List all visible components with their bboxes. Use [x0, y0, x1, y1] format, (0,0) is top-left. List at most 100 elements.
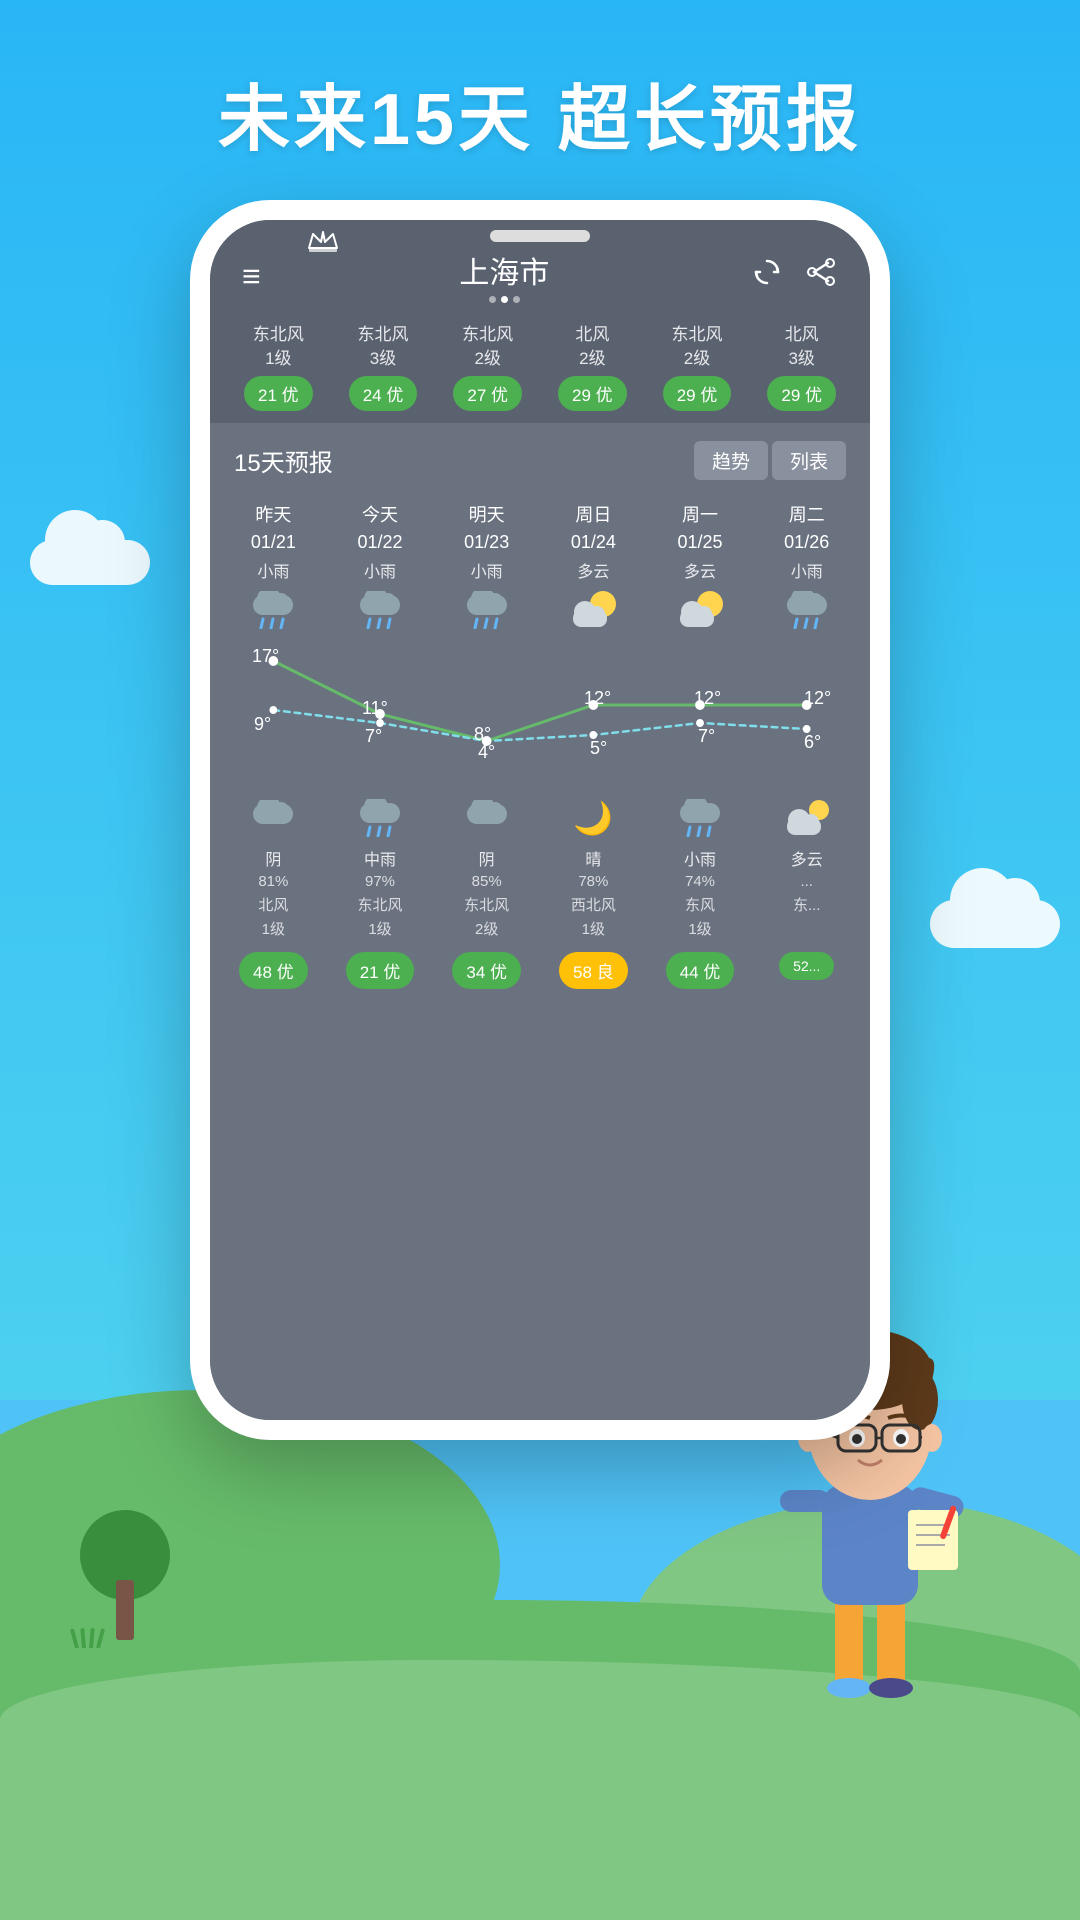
bottom-badge-3: 58 良 [559, 952, 628, 989]
cloud-left [30, 540, 150, 585]
bottom-badge-2: 34 优 [452, 952, 521, 989]
moon-icon: 🌙 [573, 802, 613, 834]
day-label-0: 昨天01/21 [224, 502, 323, 556]
city-name: 上海市 [459, 248, 549, 292]
cloud-right [930, 900, 1060, 948]
tree-decoration [80, 1510, 170, 1640]
day-label-4: 周一01/25 [651, 502, 750, 556]
day-col-1: 今天01/22 小雨 [327, 494, 434, 646]
bottom-aqi-col-4: 44 优 [647, 952, 754, 989]
aqi-col-5: 东北风2级 29 优 [645, 323, 750, 411]
condition-5: 小雨 [757, 558, 856, 582]
page-dots [459, 296, 549, 303]
night-cond-1: 中雨 [327, 846, 434, 870]
bottom-aqi-col-1: 21 优 [327, 952, 434, 989]
forecast-title: 15天预报 [234, 443, 333, 478]
aqi-col-3: 东北风2级 27 优 [435, 323, 540, 411]
share-icon[interactable] [804, 255, 838, 296]
night-cond-0: 阴 [220, 846, 327, 870]
night-icon-0 [249, 798, 297, 838]
days-labels-row: 昨天01/21 小雨 今天 [210, 494, 870, 646]
bottom-badge-5: 52... [779, 952, 834, 980]
bottom-badge-0: 48 优 [239, 952, 308, 989]
night-col-1: 中雨 97%东北风1级 [327, 790, 434, 942]
phone-mockup: ≡ 上海市 [190, 200, 890, 1440]
bottom-aqi-col-3: 58 良 [540, 952, 647, 989]
day-col-2: 明天01/23 小雨 [433, 494, 540, 646]
night-detail-1: 97%东北风1级 [327, 870, 434, 942]
tab-list[interactable]: 列表 [772, 441, 846, 480]
dot-3 [513, 296, 520, 303]
night-detail-2: 85%东北风2级 [433, 870, 540, 942]
weather-icon-0 [249, 590, 297, 630]
temperature-chart: 17° 11° 8° 12° 12° 12° 9° 7° 4° 5° 7° 6° [220, 646, 860, 776]
forecast-tab-group: 趋势 列表 [694, 441, 846, 480]
condition-3: 多云 [544, 558, 643, 582]
weather-icon-2 [463, 590, 511, 630]
aqi-badge-1: 21 优 [244, 376, 313, 411]
wind-label-1: 东北风1级 [226, 323, 331, 371]
night-detail-4: 74%东风1级 [647, 870, 754, 942]
refresh-icon[interactable] [750, 255, 784, 296]
night-col-2: 阴 85%东北风2级 [433, 790, 540, 942]
aqi-top-row: 东北风1级 21 优 东北风3级 24 优 东北风2级 27 优 北风2级 29… [210, 315, 870, 423]
day-label-2: 明天01/23 [437, 502, 536, 556]
dot-1 [489, 296, 496, 303]
bottom-aqi-col-2: 34 优 [433, 952, 540, 989]
phone-speaker [490, 230, 590, 242]
night-detail-0: 81%北风1级 [220, 870, 327, 942]
city-center: 上海市 [459, 248, 549, 303]
night-detail-3: 78%西北风1级 [540, 870, 647, 942]
condition-4: 多云 [651, 558, 750, 582]
condition-1: 小雨 [331, 558, 430, 582]
aqi-col-1: 东北风1级 21 优 [226, 323, 331, 411]
night-col-5: 多云 ...东... [753, 790, 860, 942]
night-col-3: 🌙 晴 78%西北风1级 [540, 790, 647, 942]
phone-screen: ≡ 上海市 [210, 220, 870, 1420]
condition-0: 小雨 [224, 558, 323, 582]
bottom-aqi-col-5: 52... [753, 952, 860, 989]
night-icons-row: 阴 81%北风1级 中雨 97%东北风1级 [210, 776, 870, 942]
tree-grass [75, 1628, 100, 1648]
aqi-badge-6: 29 优 [767, 376, 836, 411]
tab-trend[interactable]: 趋势 [694, 441, 768, 480]
weather-icon-4 [676, 590, 724, 630]
day-label-3: 周日01/24 [544, 502, 643, 556]
dot-2 [501, 296, 508, 303]
day-label-5: 周二01/26 [757, 502, 856, 556]
wind-label-4: 北风2级 [540, 323, 645, 371]
night-cond-2: 阴 [433, 846, 540, 870]
bottom-aqi-col-0: 48 优 [220, 952, 327, 989]
hero-title: 未来15天 超长预报 [0, 60, 1080, 165]
night-detail-5: ...东... [753, 870, 860, 918]
night-icon-2 [463, 798, 511, 838]
day-label-1: 今天01/22 [331, 502, 430, 556]
aqi-badge-5: 29 优 [663, 376, 732, 411]
night-cond-5: 多云 [753, 846, 860, 870]
night-icon-1 [356, 798, 404, 838]
condition-2: 小雨 [437, 558, 536, 582]
aqi-col-4: 北风2级 29 优 [540, 323, 645, 411]
aqi-badge-3: 27 优 [453, 376, 522, 411]
bottom-badge-1: 21 优 [346, 952, 415, 989]
wind-label-3: 东北风2级 [435, 323, 540, 371]
forecast-header: 15天预报 趋势 列表 [210, 423, 870, 494]
wind-label-6: 北风3级 [749, 323, 854, 371]
night-col-4: 小雨 74%东风1级 [647, 790, 754, 942]
night-icon-3: 🌙 [569, 798, 617, 838]
aqi-badge-4: 29 优 [558, 376, 627, 411]
weather-icon-3 [569, 590, 617, 630]
weather-icon-1 [356, 590, 404, 630]
aqi-col-6: 北风3级 29 优 [749, 323, 854, 411]
aqi-col-2: 东北风3级 24 优 [331, 323, 436, 411]
day-col-4: 周一01/25 多云 [647, 494, 754, 646]
wind-label-5: 东北风2级 [645, 323, 750, 371]
menu-icon[interactable]: ≡ [242, 260, 259, 292]
forecast-section: 15天预报 趋势 列表 昨天01/21 小雨 [210, 423, 870, 1420]
night-cond-4: 小雨 [647, 846, 754, 870]
night-cond-3: 晴 [540, 846, 647, 870]
crown-icon[interactable] [305, 222, 341, 263]
weather-icon-5 [783, 590, 831, 630]
day-col-0: 昨天01/21 小雨 [220, 494, 327, 646]
tree-trunk [116, 1580, 134, 1640]
